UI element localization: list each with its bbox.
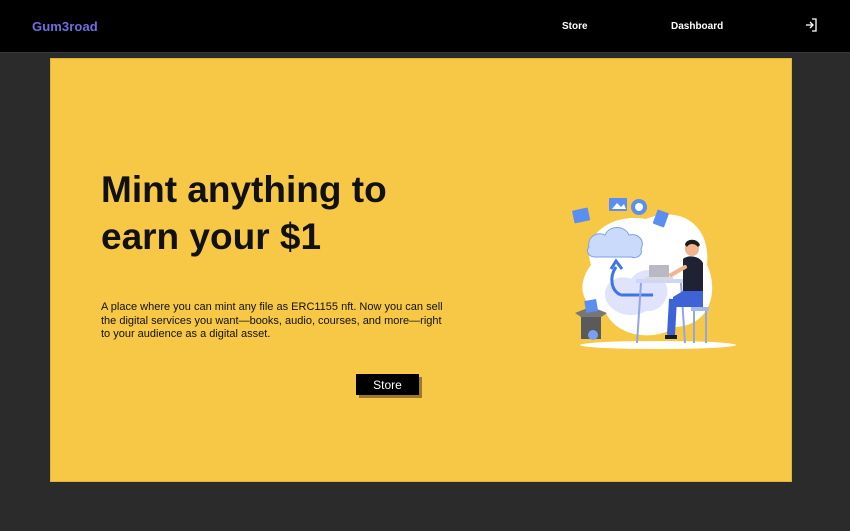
laptop-icon xyxy=(649,265,669,279)
hero-illustration xyxy=(572,198,736,349)
ground-shadow xyxy=(580,341,736,349)
navbar: Gum3road Store Dashboard xyxy=(0,0,850,53)
logo-link[interactable]: Gum3road xyxy=(32,19,98,34)
hero-panel: Mint anything to earn your $1 A place wh… xyxy=(50,58,792,482)
hero-title: Mint anything to earn your $1 xyxy=(101,169,387,257)
chair xyxy=(691,307,709,311)
nav-link-store[interactable]: Store xyxy=(562,21,588,32)
person-torso xyxy=(683,256,703,291)
login-icon[interactable] xyxy=(803,17,819,33)
folder-icon xyxy=(572,207,591,224)
store-button[interactable]: Store xyxy=(356,374,419,395)
hero-description: A place where you can mint any file as E… xyxy=(101,301,443,340)
nav-link-dashboard[interactable]: Dashboard xyxy=(671,21,723,32)
